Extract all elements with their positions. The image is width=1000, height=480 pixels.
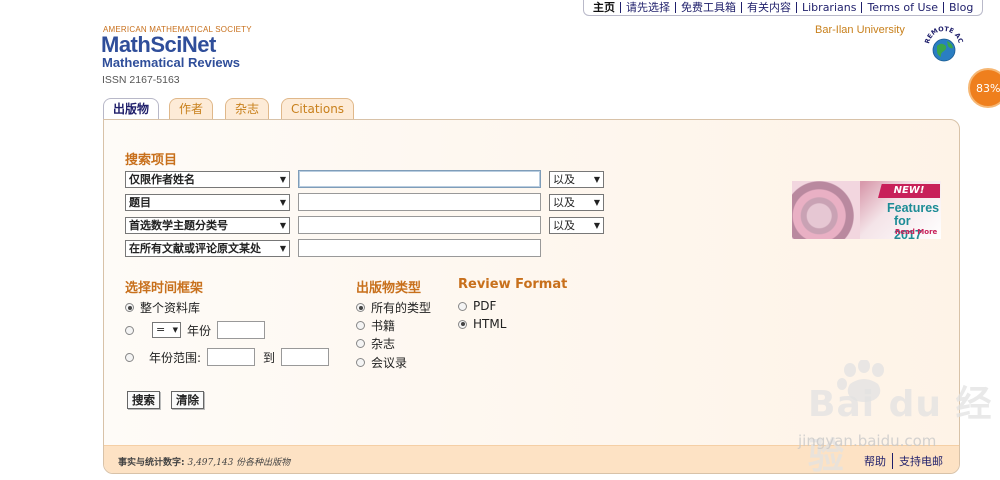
year-range-to-input[interactable] [281, 348, 330, 366]
operator-select-3[interactable]: 以及 ▼ [549, 217, 604, 234]
pub-type-books-label: 书籍 [371, 319, 396, 333]
chevron-down-icon: ▼ [593, 221, 600, 230]
review-format-option-html[interactable]: HTML [458, 317, 506, 331]
nav-blog[interactable]: Blog [944, 2, 978, 13]
nav-home[interactable]: 主页 [588, 2, 621, 13]
remote-access-globe-icon[interactable]: REMOTE ACCESS [921, 18, 965, 66]
field-select-2-value: 题目 [129, 196, 151, 209]
nav-select-first[interactable]: 请先选择 [621, 2, 676, 13]
operator-select-1-value: 以及 [553, 173, 575, 186]
nav-about[interactable]: 有关内容 [742, 2, 797, 13]
arrow-right-icon: ► [895, 236, 900, 239]
pub-type-option-journals[interactable]: 杂志 [356, 335, 395, 352]
search-input-1[interactable] [298, 170, 541, 188]
time-frame-year-option[interactable]: = ▼ 年份 [125, 321, 266, 339]
radio-format-pdf[interactable] [458, 301, 467, 311]
stats-suffix: 份各种出版物 [236, 458, 291, 468]
search-input-3[interactable] [298, 216, 541, 234]
radio-time-all[interactable] [125, 303, 134, 312]
operator-select-3-value: 以及 [553, 219, 575, 232]
tab-citations[interactable]: Citations [281, 98, 355, 120]
field-select-1[interactable]: 仅限作者姓名 ▼ [125, 171, 290, 188]
year-label: 年份 [187, 323, 212, 338]
time-frame-range-option[interactable]: 年份范围: 到 [125, 348, 330, 366]
radio-format-html[interactable] [458, 319, 467, 329]
operator-select-2[interactable]: 以及 ▼ [549, 194, 604, 211]
radio-time-year[interactable] [125, 325, 134, 335]
nav-free-tools[interactable]: 免费工具箱 [676, 2, 742, 13]
pub-type-title: 出版物类型 [356, 281, 422, 296]
field-select-4[interactable]: 在所有文献或评论原文某处 ▼ [125, 240, 290, 257]
promo-read-more-label: Read More [895, 228, 938, 236]
year-operator-value: = [156, 323, 166, 336]
field-select-3[interactable]: 首选数学主题分类号 ▼ [125, 217, 290, 234]
field-select-3-value: 首选数学主题分类号 [129, 219, 228, 232]
chevron-down-icon: ▼ [279, 198, 286, 207]
time-frame-title: 选择时间框架 [125, 281, 204, 296]
time-frame-all-label: 整个资料库 [140, 301, 201, 315]
pub-type-journals-label: 杂志 [371, 337, 396, 351]
review-format-html-label: HTML [473, 317, 507, 331]
pub-type-all-label: 所有的类型 [371, 301, 432, 315]
chevron-down-icon: ▼ [593, 175, 600, 184]
clear-button[interactable]: 清除 [171, 391, 204, 409]
watermark-url: jingyan.baidu.com [798, 432, 937, 450]
tab-journals[interactable]: 杂志 [225, 98, 270, 120]
chevron-down-icon: ▼ [593, 198, 600, 207]
promo-read-more[interactable]: Read More ► [895, 228, 941, 239]
help-link[interactable]: 帮助 [864, 453, 893, 469]
promo-new-badge: NEW! [878, 184, 940, 198]
chevron-down-icon: ▼ [172, 326, 178, 334]
year-input[interactable] [217, 321, 266, 339]
nav-librarians[interactable]: Librarians [797, 2, 863, 13]
logo-subtitle: Mathematical Reviews [102, 55, 241, 70]
stats-count: 3,497,143 [187, 458, 234, 468]
stats-line: 事实与统计数字: 3,497,143 份各种出版物 [118, 455, 290, 468]
radio-pub-proceedings[interactable] [356, 358, 365, 367]
year-range-from-input[interactable] [207, 348, 256, 366]
review-format-pdf-label: PDF [473, 299, 497, 313]
progress-badge[interactable]: 83% [968, 68, 1000, 108]
radio-pub-journals[interactable] [356, 339, 365, 348]
radio-pub-all[interactable] [356, 303, 365, 312]
pub-type-option-books[interactable]: 书籍 [356, 317, 395, 334]
chevron-down-icon: ▼ [279, 244, 286, 253]
institution-name: Bar-Ilan University [815, 24, 905, 36]
chevron-down-icon: ▼ [279, 175, 286, 184]
pub-type-option-proceedings[interactable]: 会议录 [356, 354, 407, 371]
year-range-to-label: 到 [263, 350, 276, 365]
support-email-link[interactable]: 支持电邮 [893, 453, 949, 469]
field-select-4-value: 在所有文献或评论原文某处 [129, 242, 261, 255]
time-frame-all-option[interactable]: 整个资料库 [125, 299, 200, 316]
promo-decoration [792, 181, 860, 239]
search-terms-title: 搜索项目 [125, 153, 178, 168]
search-input-2[interactable] [298, 193, 541, 211]
issn-label: ISSN 2167-5163 [102, 74, 180, 86]
search-tabs: 出版物 作者 杂志 Citations [103, 98, 355, 121]
year-range-label: 年份范围: [149, 350, 202, 365]
tab-authors[interactable]: 作者 [169, 98, 214, 120]
search-input-4[interactable] [298, 239, 541, 257]
promo-banner[interactable]: NEW! Features for 2017 Read More ► [792, 181, 941, 239]
year-operator-select[interactable]: = ▼ [152, 322, 181, 338]
tab-publications[interactable]: 出版物 [103, 98, 160, 121]
stats-label: 事实与统计数字: [118, 458, 185, 468]
radio-pub-books[interactable] [356, 321, 365, 330]
pub-type-proceedings-label: 会议录 [371, 356, 408, 370]
nav-terms-of-use[interactable]: Terms of Use [862, 2, 944, 13]
pub-type-option-all[interactable]: 所有的类型 [356, 299, 431, 316]
chevron-down-icon: ▼ [279, 221, 286, 230]
operator-select-1[interactable]: 以及 ▼ [549, 171, 604, 188]
promo-line-1: Features [887, 201, 940, 215]
footer-links: 帮助 支持电邮 [864, 453, 949, 469]
field-select-1-value: 仅限作者姓名 [129, 173, 195, 186]
review-format-option-pdf[interactable]: PDF [458, 299, 496, 313]
top-navigation: 主页 请先选择 免费工具箱 有关内容 Librarians Terms of U… [583, 0, 984, 16]
radio-time-range[interactable] [125, 352, 134, 362]
review-format-title: Review Format [458, 277, 568, 292]
search-button[interactable]: 搜索 [127, 391, 160, 409]
operator-select-2-value: 以及 [553, 196, 575, 209]
field-select-2[interactable]: 题目 ▼ [125, 194, 290, 211]
